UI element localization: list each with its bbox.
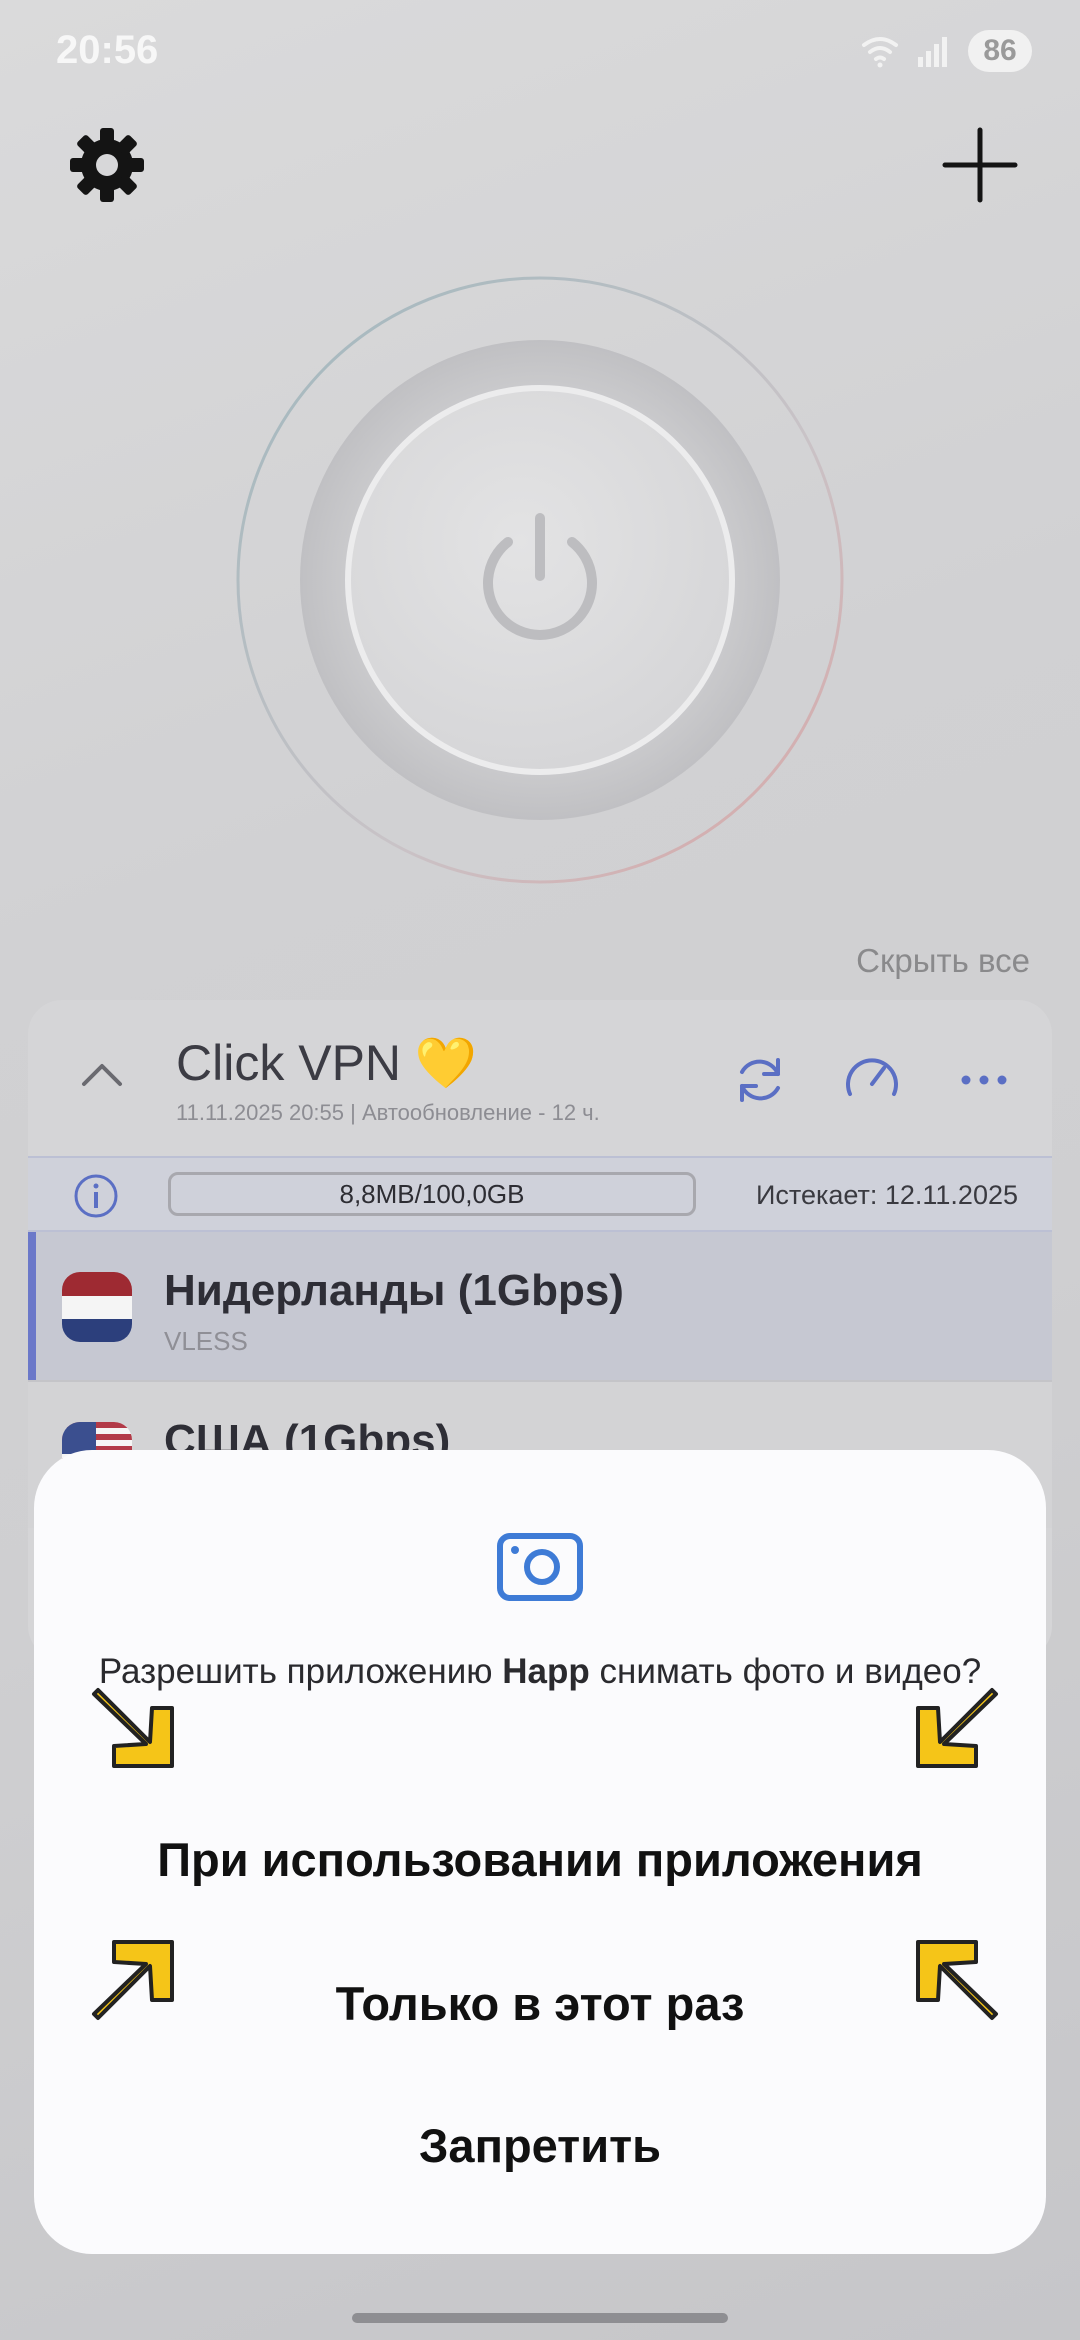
camera-icon: [497, 1533, 583, 1601]
refresh-icon[interactable]: [728, 1048, 792, 1112]
app-name: Happ: [502, 1652, 590, 1691]
info-icon[interactable]: [72, 1172, 120, 1220]
hide-all-link[interactable]: Скрыть все: [856, 942, 1030, 980]
server-name: Нидерланды (1Gbps): [164, 1266, 624, 1315]
expiry-date: Истекает: 12.11.2025: [755, 1180, 1018, 1210]
subscription-info-row: 8,8MB/100,0GB Истекает: 12.11.2025: [28, 1156, 1052, 1232]
server-item-netherlands[interactable]: Нидерланды (1Gbps) VLESS: [28, 1232, 1052, 1380]
add-icon[interactable]: [935, 120, 1025, 210]
chevron-up-icon[interactable]: [70, 1044, 134, 1108]
arrow-up-left-icon: [916, 1940, 998, 2020]
battery-indicator: 86: [968, 30, 1032, 72]
allow-while-using-button[interactable]: При использовании приложения: [34, 1832, 1046, 1887]
server-protocol: VLESS: [164, 1326, 248, 1356]
status-time: 20:56: [56, 28, 159, 72]
subscription-header: Click VPN 💛 11.11.2025 20:55 | Автообнов…: [28, 1000, 1052, 1156]
deny-button[interactable]: Запретить: [34, 2118, 1046, 2173]
subscription-title: Click VPN 💛: [176, 1035, 478, 1091]
more-icon[interactable]: [952, 1048, 1016, 1112]
traffic-usage: 8,8MB/100,0GB: [168, 1172, 696, 1216]
status-bar: 20:56 86: [0, 0, 1080, 100]
arrow-down-right-icon: [92, 1688, 174, 1768]
signal-icon: [918, 37, 947, 67]
wifi-icon: [862, 37, 898, 68]
gear-icon[interactable]: [62, 120, 152, 210]
home-indicator[interactable]: [352, 2313, 728, 2323]
permission-dialog: Разрешить приложению Happ снимать фото и…: [34, 1450, 1046, 2254]
arrow-up-right-icon: [92, 1940, 174, 2020]
permission-prompt: Разрешить приложению Happ снимать фото и…: [98, 1652, 982, 1691]
status-icons: 86: [860, 30, 1032, 72]
power-button[interactable]: [230, 270, 850, 890]
speedometer-icon[interactable]: [840, 1048, 904, 1112]
subscription-updated: 11.11.2025 20:55 | Автообновление - 12 ч…: [176, 1100, 600, 1125]
netherlands-flag-icon: [62, 1272, 132, 1342]
arrow-down-left-icon: [916, 1688, 998, 1768]
